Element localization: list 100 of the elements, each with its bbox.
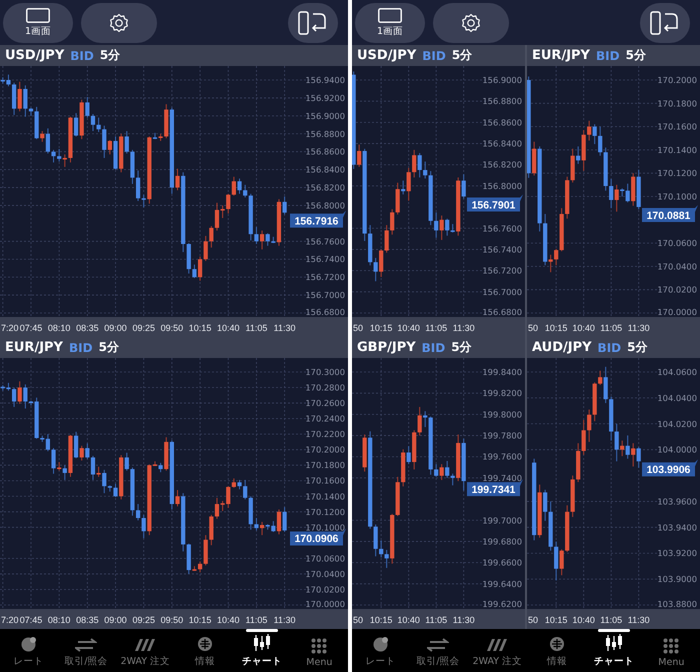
time-axis-label: 08:35 — [76, 615, 99, 625]
layout-button[interactable]: 1画面 — [3, 2, 73, 42]
price-axis-label: 170.3000 — [305, 367, 345, 377]
time-axis-label: 09:00 — [104, 615, 127, 625]
symbol-label: EUR/JPY — [532, 48, 590, 63]
price-axis-label: 170.0600 — [657, 238, 697, 248]
price-type-label: BID — [598, 340, 622, 354]
price-axis-label: 156.7600 — [482, 223, 522, 234]
price-axis-label: 170.2000 — [305, 444, 345, 455]
time-axis-label: 11:05 — [246, 615, 268, 625]
nav-tab[interactable]: 2WAY 注文 — [466, 629, 528, 672]
time-axis-label: 10:40 — [216, 323, 240, 333]
price-axis-label: 156.7000 — [482, 286, 522, 297]
price-axis-label: 199.8200 — [482, 388, 522, 398]
price-axis-label: 199.6200 — [482, 599, 522, 609]
timeframe-label: 5分 — [452, 47, 472, 64]
price-axis-label: 156.9400 — [305, 75, 345, 85]
time-axis-label: 10:15 — [188, 323, 212, 333]
nav-tab[interactable]: Menu — [642, 629, 700, 672]
price-axis-label: 170.1400 — [305, 491, 345, 502]
time-axis-label: 11:05 — [600, 323, 622, 333]
time-axis-label: 11:30 — [274, 615, 296, 625]
price-axis-label: 156.8600 — [305, 146, 345, 157]
price-axis-label: 103.9000 — [657, 574, 697, 584]
symbol-label: AUD/JPY — [532, 340, 592, 355]
price-axis-label: 104.0000 — [657, 444, 697, 455]
timeframe-label: 5分 — [626, 47, 646, 64]
nav-tab[interactable]: 情報 — [528, 629, 586, 672]
timeframe-label: 5分 — [100, 47, 120, 64]
price-type-label: BID — [422, 340, 446, 354]
price-axis-label: 103.8800 — [657, 599, 697, 609]
price-axis-label: 103.9200 — [657, 548, 697, 558]
price-axis-label: 170.2800 — [305, 382, 345, 393]
nav-tab[interactable]: レート — [352, 629, 410, 672]
symbol-label: EUR/JPY — [5, 340, 63, 355]
time-axis-label: 11:05 — [600, 615, 622, 625]
price-axis-label: 156.7400 — [305, 254, 345, 264]
price-axis-label: 170.1200 — [305, 506, 345, 517]
nav-tab[interactable]: 取引/照会 — [57, 629, 115, 672]
price-axis-label: 199.7000 — [482, 515, 522, 526]
price-axis-label: 156.8400 — [482, 138, 522, 149]
time-axis-label: 50 — [353, 615, 364, 625]
time-axis-label: 10:15 — [544, 615, 568, 625]
nav-tab[interactable]: チャート — [585, 629, 643, 672]
nav-tab[interactable]: Menu — [290, 629, 348, 672]
price-type-label: BID — [596, 48, 620, 62]
symbol-label: USD/JPY — [5, 48, 64, 63]
time-axis-label: 10:15 — [188, 615, 212, 625]
time-axis-label: 11:05 — [425, 615, 448, 625]
price-axis-label: 170.1600 — [657, 122, 697, 132]
price-axis-label: 156.8800 — [482, 96, 522, 106]
time-axis-label: 08:10 — [48, 323, 70, 333]
symbol-label: GBP/JPY — [357, 340, 416, 355]
price-axis-label: 199.8000 — [482, 409, 522, 420]
time-axis-label: 11:05 — [246, 323, 268, 333]
nav-tab[interactable]: 2WAY 注文 — [114, 629, 176, 672]
time-axis-label: 08:10 — [48, 615, 70, 625]
price-tag: 156.7901 — [467, 194, 523, 212]
price-axis-label: 170.0400 — [657, 261, 697, 272]
price-axis-label: 156.7000 — [305, 290, 345, 300]
price-type-label: BID — [70, 48, 94, 62]
price-axis-label: 170.0000 — [657, 307, 697, 317]
time-axis-label: 50 — [528, 323, 538, 333]
price-axis-label: 170.1800 — [305, 460, 345, 470]
nav-tab[interactable]: 取引/照会 — [409, 629, 467, 672]
time-axis-label: 50 — [353, 323, 364, 333]
time-axis-label: 10:40 — [397, 323, 420, 333]
price-axis-label: 156.9000 — [305, 110, 345, 121]
price-axis-label: 170.0600 — [305, 553, 345, 564]
price-axis-label: 199.7800 — [482, 430, 522, 441]
price-axis-label: 103.9400 — [657, 522, 697, 532]
price-axis-label: 156.7200 — [305, 272, 345, 282]
time-axis-label: 10:40 — [397, 615, 420, 625]
nav-tab[interactable]: 情報 — [176, 629, 234, 672]
price-axis-label: 170.1800 — [657, 98, 697, 108]
time-axis-label: 11:30 — [452, 323, 475, 333]
price-axis-label: 156.8800 — [305, 128, 345, 139]
price-tag: 103.9906 — [642, 459, 698, 476]
price-axis-label: 156.8600 — [482, 117, 522, 128]
price-tag: 156.7916 — [290, 210, 346, 228]
time-axis-label: 10:40 — [572, 323, 595, 333]
price-axis-label: 170.0200 — [305, 584, 345, 594]
price-axis-label: 156.8000 — [482, 180, 522, 191]
price-axis-label: 170.1200 — [657, 168, 697, 178]
price-axis-label: 156.7400 — [482, 244, 522, 254]
price-axis-label: 170.1400 — [657, 144, 697, 155]
price-axis-label: 104.0400 — [657, 392, 697, 403]
price-axis-label: 170.1600 — [305, 476, 345, 486]
price-axis-label: 156.8200 — [482, 160, 522, 170]
price-axis-label: 156.6800 — [305, 307, 345, 317]
nav-tab[interactable]: レート — [0, 629, 58, 672]
symbol-label: USD/JPY — [357, 48, 416, 63]
time-axis-label: 09:50 — [160, 615, 184, 625]
layout-button[interactable]: 1画面 — [355, 2, 425, 42]
time-axis-label: 10:15 — [370, 615, 392, 625]
price-axis-label: 199.8400 — [482, 367, 522, 377]
price-axis-label: 156.8400 — [305, 164, 345, 175]
nav-tab[interactable]: チャート — [233, 629, 291, 672]
price-axis-label: 170.0400 — [305, 568, 345, 579]
price-axis-label: 170.0000 — [305, 599, 345, 609]
